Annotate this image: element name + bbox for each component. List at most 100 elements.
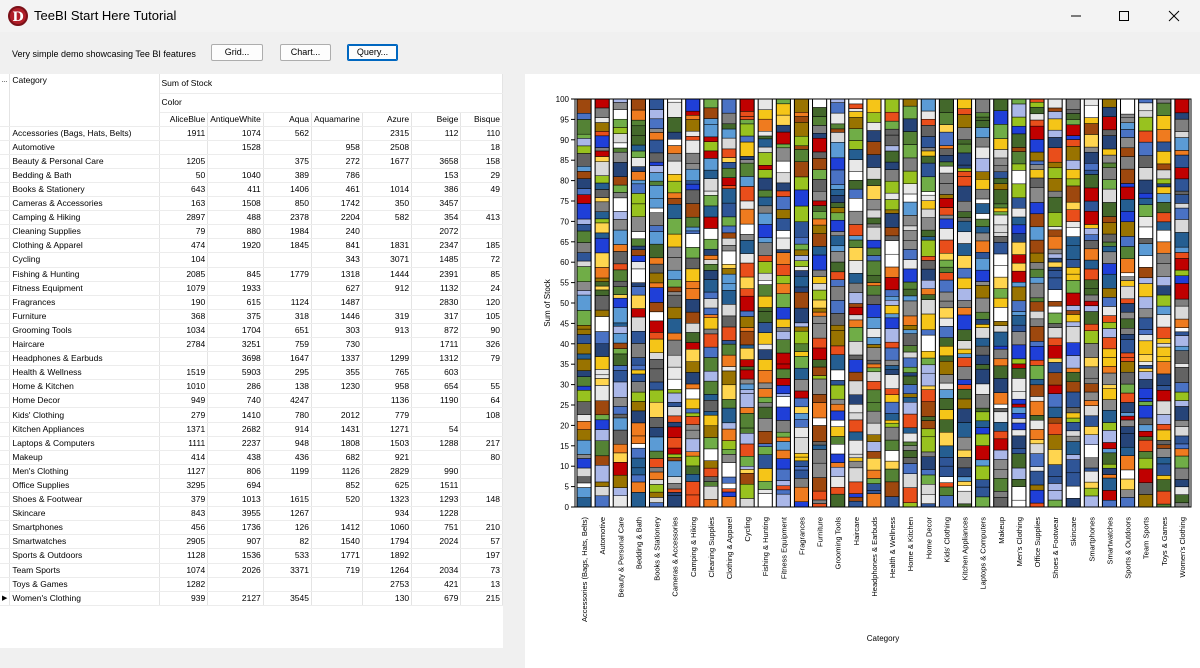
table-cell: 1779 — [263, 267, 313, 282]
column-header[interactable]: Aqua — [263, 112, 313, 127]
table-row[interactable]: Office Supplies 3295 694 852 625 1511 — [0, 478, 503, 494]
chart-button[interactable]: Chart... — [280, 44, 331, 61]
bar-segment — [794, 501, 809, 508]
maximize-button[interactable] — [1100, 0, 1148, 32]
bar-segment — [993, 164, 1009, 173]
table-row[interactable]: ▶ Women's Clothing 939 2127 3545 130 679 215 — [0, 591, 503, 606]
bar-segment — [703, 499, 719, 508]
x-tick-label: Men's Clothing — [1015, 517, 1024, 566]
column-header[interactable]: Azure — [362, 112, 413, 127]
table-row[interactable]: Men's Clothing 1127 806 1199 1126 2829 990 — [0, 464, 503, 479]
table-cell: 843 — [159, 506, 209, 522]
table-row[interactable]: Furniture 368 375 318 1446 319 317 105 — [0, 309, 503, 324]
bar-segment — [1065, 314, 1081, 323]
bar-segment — [1120, 446, 1135, 456]
bar-segment — [1047, 372, 1063, 386]
table-row[interactable]: Cleaning Supplies 79 880 1984 240 2072 — [0, 224, 503, 240]
table-row[interactable]: Fitness Equipment 1079 1933 627 912 1132 24 — [0, 281, 503, 296]
column-header[interactable]: Aquamarine — [311, 112, 363, 127]
table-row[interactable]: Accessories (Bags, Hats, Belts) 1911 1074 5… — [0, 126, 503, 141]
table-row[interactable]: Fragrances 190 615 1124 1487 2830 120 — [0, 295, 503, 310]
table-cell: 354 — [411, 210, 462, 226]
table-row[interactable]: Sports & Outdoors 1128 1536 533 1771 1892 197 — [0, 548, 503, 564]
bar-segment — [667, 192, 682, 199]
table-row[interactable]: Home Decor 949 740 4247 1136 1190 64 — [0, 393, 503, 409]
table-row[interactable]: Smartwatches 2905 907 82 1540 1794 2024 57 — [0, 534, 503, 550]
bar-segment — [1174, 406, 1190, 421]
table-row[interactable]: Camping & Hiking 2897 488 2378 2204 582 354 413 — [0, 210, 503, 226]
category-header[interactable]: Category — [9, 74, 160, 127]
bar-segment — [1120, 318, 1135, 329]
minimize-button[interactable] — [1052, 0, 1100, 32]
bar-segment — [649, 389, 664, 403]
close-button[interactable] — [1150, 0, 1198, 32]
bar-segment — [939, 112, 954, 125]
bar-segment — [1138, 267, 1154, 279]
table-row[interactable]: Bedding & Bath 50 1040 389 786 153 29 — [0, 168, 503, 183]
table-row[interactable]: Team Sports 1074 2026 3371 719 1264 2034 73 — [0, 563, 503, 578]
query-button[interactable]: Query... — [347, 44, 398, 61]
table-row[interactable]: Kids' Clothing 279 1410 780 2012 779 108 — [0, 407, 503, 423]
data-grid[interactable]: ... Category Sum of Stock Color AliceBlu… — [0, 74, 503, 648]
bar-segment — [866, 260, 882, 276]
bar-segment — [703, 357, 719, 372]
table-row[interactable]: Toys & Games 1282 2753 421 13 — [0, 577, 503, 592]
column-header[interactable]: Bisque — [460, 112, 503, 127]
bar-segment — [866, 490, 882, 494]
table-row[interactable]: Haircare 2784 3251 759 730 1711 326 — [0, 337, 503, 353]
bar-segment — [1120, 371, 1135, 385]
table-row[interactable]: Laptops & Computers 1111 2237 948 1808 1503 12… — [0, 436, 503, 451]
table-row[interactable]: Health & Wellness 1519 5903 295 355 765 603 — [0, 365, 503, 381]
column-header[interactable]: Beige — [411, 112, 462, 127]
bar-segment — [721, 273, 737, 284]
y-tick-label: 15 — [560, 442, 569, 451]
table-row[interactable]: Kitchen Appliances 1371 2682 914 1431 1271 54 — [0, 422, 503, 437]
row-indicator — [0, 520, 11, 536]
table-row[interactable]: Skincare 843 3955 1267 934 1228 — [0, 506, 503, 522]
bar-segment — [975, 257, 990, 271]
table-row[interactable]: Cycling 104 343 3071 1485 72 — [0, 252, 503, 268]
bar-segment — [1065, 236, 1081, 246]
bar-segment — [1102, 328, 1117, 338]
bar-segment — [812, 490, 827, 501]
bar-segment — [794, 112, 809, 117]
bar-segment — [1174, 258, 1190, 271]
bar-segment — [848, 103, 864, 109]
table-row[interactable]: Cameras & Accessories 163 1508 850 1742 350 34… — [0, 196, 503, 212]
column-header[interactable]: AliceBlue — [159, 112, 209, 127]
bar-segment — [939, 165, 954, 174]
table-cell: 921 — [362, 450, 413, 465]
bar-segment — [957, 449, 972, 458]
table-row[interactable]: Smartphones 456 1736 126 1412 1060 751 210 — [0, 520, 503, 536]
column-header[interactable]: AntiqueWhite — [207, 112, 264, 127]
table-row[interactable]: Headphones & Earbuds 3698 1647 1337 1299 1312… — [0, 351, 503, 367]
bar-segment — [830, 313, 846, 326]
table-row[interactable]: Fishing & Hunting 2085 845 1779 1318 1444 2391… — [0, 267, 503, 282]
bar-segment — [1102, 154, 1117, 164]
bar-segment — [794, 466, 809, 471]
table-row[interactable]: Home & Kitchen 1010 286 138 1230 958 654 55 — [0, 379, 503, 395]
table-row[interactable]: Books & Stationery 643 411 1406 461 1014 386 49 — [0, 182, 503, 198]
table-row[interactable]: Beauty & Personal Care 1205 375 272 1677 3658… — [0, 154, 503, 169]
table-row[interactable]: Grooming Tools 1034 1704 651 303 913 872 90 — [0, 323, 503, 339]
grid-button[interactable]: Grid... — [211, 44, 263, 61]
bar-segment — [993, 98, 1009, 111]
table-row[interactable]: Shoes & Footwear 379 1013 1615 520 1323 1293 14… — [0, 492, 503, 508]
bar-segment — [703, 228, 719, 240]
bar-segment — [1011, 262, 1027, 272]
bar-segment — [649, 338, 664, 353]
bar-segment — [685, 281, 701, 289]
bar-segment — [1156, 373, 1172, 386]
bar-segment — [739, 234, 755, 241]
bar-segment — [721, 202, 737, 218]
panel-splitter[interactable] — [503, 74, 525, 668]
bar-segment — [703, 467, 719, 477]
table-row[interactable]: Clothing & Apparel 474 1920 1845 841 1831 2347… — [0, 238, 503, 254]
bar-segment — [776, 114, 791, 126]
bar-segment — [939, 272, 954, 281]
bar-segment — [1138, 368, 1154, 372]
bar-segment — [1011, 233, 1027, 243]
table-row[interactable]: Automotive 1528 958 2508 18 — [0, 140, 503, 155]
bar-segment — [576, 203, 592, 220]
table-row[interactable]: Makeup 414 438 436 682 921 80 — [0, 450, 503, 465]
